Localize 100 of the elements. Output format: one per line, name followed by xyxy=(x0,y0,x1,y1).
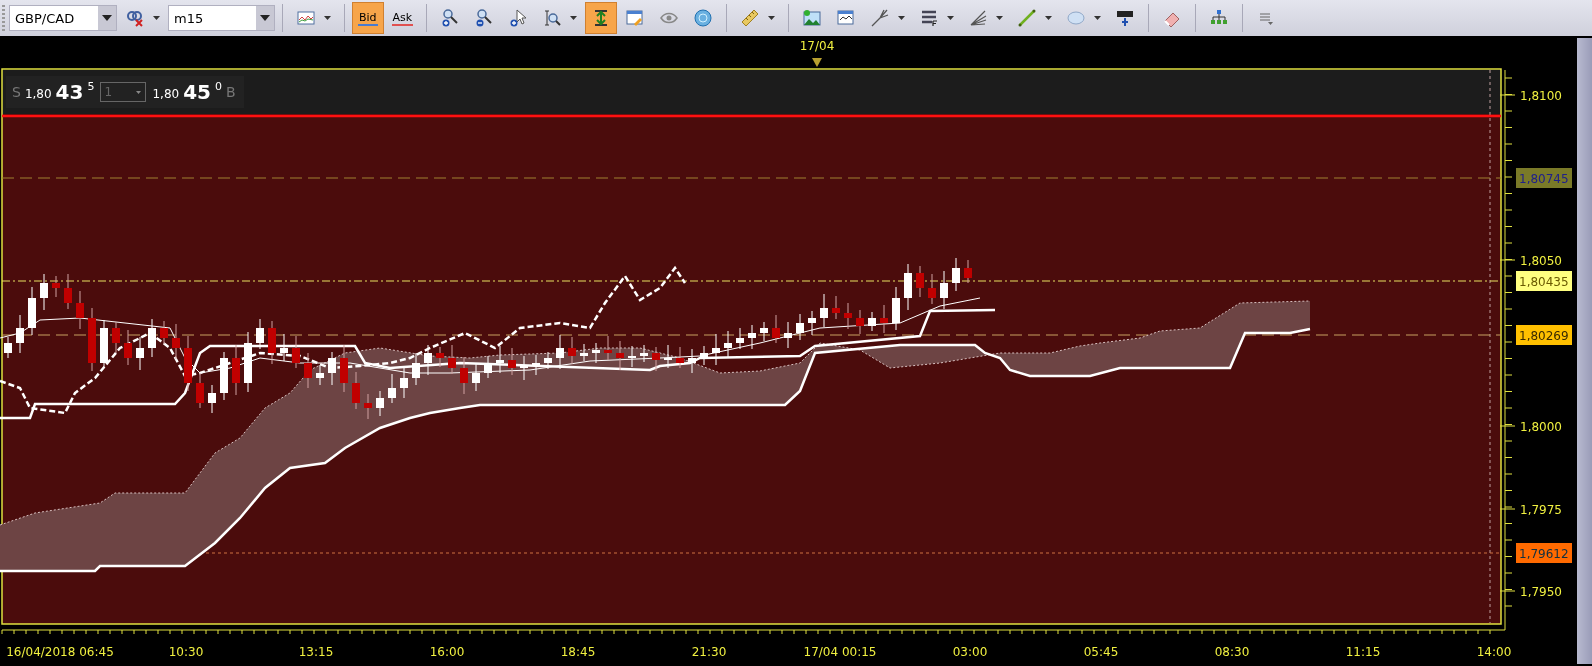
candlestick xyxy=(364,393,372,420)
time-tick-label: 13:15 xyxy=(298,645,334,659)
candlestick xyxy=(928,273,936,305)
candlestick xyxy=(532,354,540,376)
dropdown-arrow-icon xyxy=(996,16,1004,20)
candlestick xyxy=(424,344,432,376)
candlestick xyxy=(436,346,444,368)
candlestick xyxy=(136,336,144,371)
sell-label: S xyxy=(12,84,21,100)
scrollbar[interactable] xyxy=(1577,38,1592,664)
candlestick xyxy=(772,314,780,344)
line-icon xyxy=(1017,8,1038,28)
dropdown-arrow-icon xyxy=(768,16,776,20)
candlestick xyxy=(652,346,660,372)
candlestick xyxy=(568,336,576,365)
buy-big-figure: 1,80 xyxy=(152,87,180,101)
candlestick xyxy=(40,273,48,311)
candlestick xyxy=(556,334,564,370)
candlestick xyxy=(52,275,60,298)
candlestick xyxy=(244,331,252,393)
price-button[interactable]: Bid xyxy=(352,2,384,34)
candlestick xyxy=(64,273,72,310)
candlestick xyxy=(880,304,888,334)
globe-icon xyxy=(693,8,714,28)
time-marker-icon xyxy=(812,58,822,67)
sell-pips: 43 xyxy=(55,80,84,104)
ellipse-icon xyxy=(1066,8,1087,28)
combobox[interactable]: m15 xyxy=(168,5,275,31)
candlestick xyxy=(112,321,120,354)
candlestick xyxy=(796,313,804,341)
candlestick xyxy=(196,372,204,409)
candlestick xyxy=(460,356,468,395)
lines-icon xyxy=(919,8,940,28)
fan-lines-icon xyxy=(968,8,989,28)
candlestick xyxy=(604,335,612,361)
time-tick-label: 08:30 xyxy=(1214,645,1250,659)
candlestick xyxy=(508,347,516,376)
candlestick xyxy=(100,319,108,369)
candlestick xyxy=(76,290,84,330)
candlestick xyxy=(952,257,960,292)
toolbar-button[interactable] xyxy=(585,2,618,34)
dropdown-arrow-icon xyxy=(947,16,955,20)
time-tick-label: 14:00 xyxy=(1476,645,1512,659)
price-button[interactable]: Ask xyxy=(385,2,420,34)
dropdown-arrow-icon xyxy=(1094,16,1102,20)
candlestick xyxy=(844,302,852,330)
dropdown-arrow-icon xyxy=(1045,16,1053,20)
candlestick xyxy=(352,371,360,410)
time-tick-label: 05:45 xyxy=(1083,645,1119,659)
candlestick xyxy=(628,345,636,368)
candlestick xyxy=(964,259,972,284)
candlestick xyxy=(940,270,948,310)
candlestick xyxy=(340,344,348,393)
candlestick xyxy=(688,348,696,374)
dropdown-arrow-icon xyxy=(153,16,160,20)
time-tick-label: 11:15 xyxy=(1345,645,1381,659)
candlestick xyxy=(664,344,672,369)
candlestick xyxy=(892,286,900,331)
candlestick xyxy=(388,373,396,404)
toolbar-grip[interactable] xyxy=(2,5,5,31)
link-remove-icon xyxy=(125,8,145,28)
buy-pips: 45 xyxy=(183,80,211,104)
candlestick xyxy=(232,344,240,396)
candlestick xyxy=(28,286,36,336)
dropdown-arrow-icon xyxy=(324,16,331,20)
candlestick xyxy=(544,351,552,370)
candlestick xyxy=(124,329,132,366)
candlestick xyxy=(856,309,864,335)
candlestick xyxy=(448,344,456,375)
candlestick xyxy=(916,265,924,298)
candlestick xyxy=(760,321,768,342)
caret-icon xyxy=(260,15,270,21)
ruler-icon xyxy=(740,8,761,28)
candlestick xyxy=(4,336,12,359)
dropdown-arrow-icon xyxy=(570,16,578,20)
candlestick xyxy=(280,333,288,362)
candlestick xyxy=(616,340,624,371)
window-icon xyxy=(836,8,857,28)
candlestick xyxy=(220,351,228,401)
candlestick xyxy=(820,293,828,328)
candlestick xyxy=(640,344,648,363)
candlestick xyxy=(88,307,96,372)
candlestick xyxy=(256,318,264,350)
candlestick xyxy=(208,384,216,414)
candlestick xyxy=(496,345,504,374)
candlestick xyxy=(328,351,336,386)
candlestick xyxy=(712,333,720,366)
candlestick xyxy=(400,365,408,399)
candlestick xyxy=(316,364,324,386)
sell-fraction: 5 xyxy=(87,80,95,93)
combobox[interactable]: GBP/CAD xyxy=(9,5,117,31)
date-label: 17/04 xyxy=(799,39,835,53)
candlestick xyxy=(520,355,528,381)
price-tick-label: 1,7975 xyxy=(1520,503,1562,517)
candlestick xyxy=(784,321,792,349)
time-tick-label: 03:00 xyxy=(952,645,988,659)
candlestick xyxy=(148,318,156,358)
time-tick-label: 16/04/2018 06:45 xyxy=(6,645,114,659)
candlestick xyxy=(736,327,744,350)
price-marker-label: 1,80269 xyxy=(1516,325,1572,345)
